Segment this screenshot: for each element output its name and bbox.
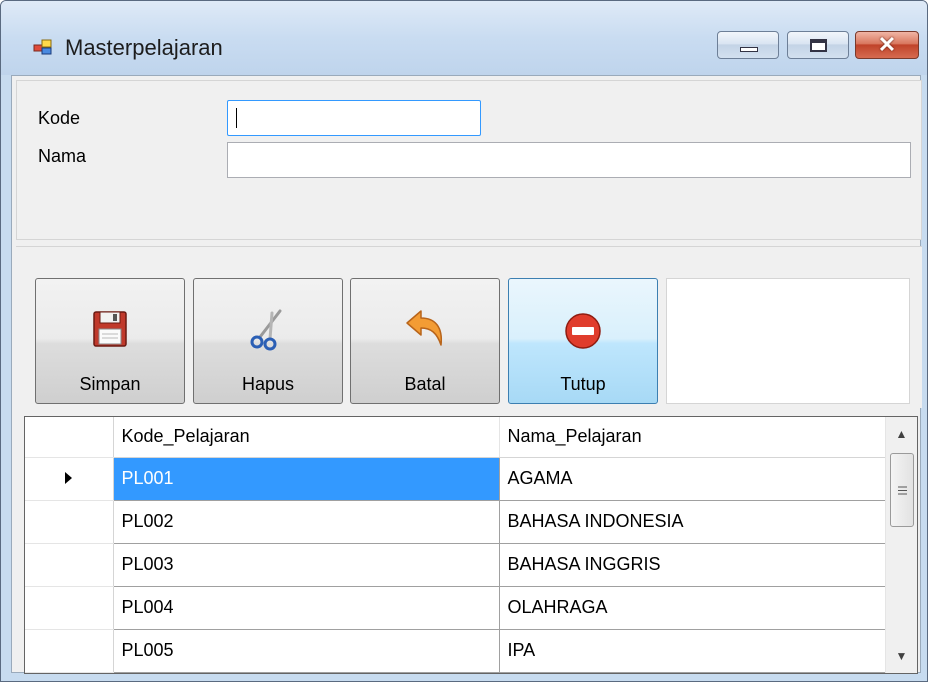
cell-nama[interactable]: AGAMA (498, 456, 887, 501)
nama-label: Nama (38, 146, 87, 166)
row-header[interactable] (25, 499, 114, 544)
vertical-scrollbar[interactable]: ▲ ▼ (885, 417, 917, 673)
simpan-label: Simpan (79, 374, 141, 394)
table-row[interactable]: PL002 BAHASA INDONESIA (25, 499, 887, 544)
cell-kode[interactable]: PL003 (112, 542, 500, 587)
data-grid[interactable]: Kode_Pelajaran Nama_Pelajaran PL001 AGAM… (24, 416, 918, 674)
table-row[interactable]: PL001 AGAMA (25, 456, 887, 501)
maximize-icon (810, 39, 827, 52)
cell-nama[interactable]: BAHASA INGGRIS (498, 542, 887, 587)
scissors-icon (250, 309, 282, 351)
window-title: Masterpelajaran (65, 35, 223, 60)
cell-kode[interactable]: PL004 (112, 585, 500, 630)
close-button[interactable]: ✕ (855, 31, 919, 59)
scrollbar-thumb[interactable] (890, 453, 914, 527)
tutup-button[interactable]: Tutup (508, 278, 658, 404)
cell-kode[interactable]: PL001 (112, 456, 500, 501)
simpan-button[interactable]: Simpan (35, 278, 185, 404)
column-header-kode[interactable]: Kode_Pelajaran (113, 417, 500, 458)
floppy-disk-icon (93, 311, 127, 347)
scroll-up-icon[interactable]: ▲ (886, 417, 917, 451)
table-row[interactable]: PL005 IPA (25, 628, 887, 673)
hapus-button[interactable]: Hapus (193, 278, 343, 404)
header-row: Kode_Pelajaran Nama_Pelajaran (25, 417, 887, 458)
row-header[interactable] (25, 628, 114, 673)
text-caret (236, 108, 237, 128)
table-row[interactable]: PL004 OLAHRAGA (25, 585, 887, 630)
hapus-label: Hapus (241, 374, 295, 394)
cell-nama[interactable]: BAHASA INDONESIA (498, 499, 887, 544)
row-header[interactable] (25, 542, 114, 587)
app-icon (33, 39, 52, 55)
batal-label: Batal (404, 374, 446, 394)
stop-sign-icon (565, 313, 601, 349)
cell-nama[interactable]: OLAHRAGA (498, 585, 887, 630)
cell-nama[interactable]: IPA (498, 628, 887, 673)
nama-input[interactable] (227, 142, 911, 178)
title-bar[interactable]: Masterpelajaran ✕ (1, 1, 927, 75)
row-header[interactable] (25, 585, 114, 630)
maximize-button[interactable] (787, 31, 849, 59)
batal-button[interactable]: Batal (350, 278, 500, 404)
grip-icon (898, 486, 907, 495)
corner-header[interactable] (25, 417, 114, 458)
cell-kode[interactable]: PL002 (112, 499, 500, 544)
column-header-nama[interactable]: Nama_Pelajaran (499, 417, 887, 458)
table-row[interactable]: PL003 BAHASA INGGRIS (25, 542, 887, 587)
blank-panel (666, 278, 910, 404)
kode-input[interactable] (227, 100, 481, 136)
cell-kode[interactable]: PL005 (112, 628, 500, 673)
kode-label: Kode (38, 108, 81, 128)
current-row-icon (65, 472, 72, 484)
tutup-label: Tutup (560, 374, 606, 394)
row-header[interactable] (25, 456, 114, 501)
minimize-button[interactable] (717, 31, 779, 59)
scroll-down-icon[interactable]: ▼ (886, 639, 917, 673)
undo-arrow-icon (406, 310, 443, 346)
minimize-icon (740, 47, 758, 52)
grid-table: Kode_Pelajaran Nama_Pelajaran PL001 AGAM… (25, 417, 887, 673)
close-icon: ✕ (877, 32, 897, 57)
